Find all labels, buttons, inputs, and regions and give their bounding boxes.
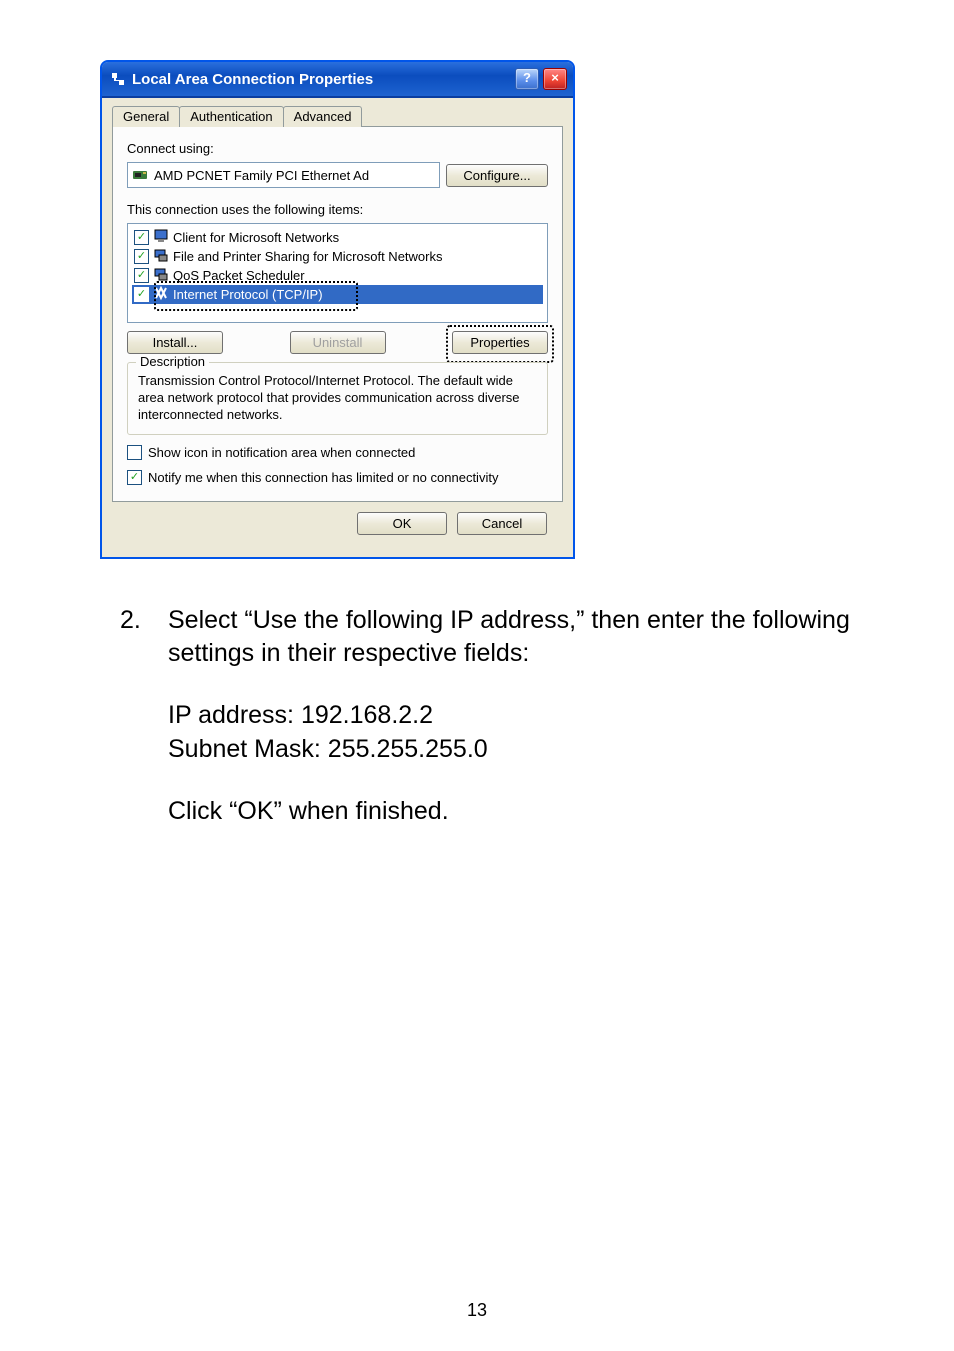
tab-authentication[interactable]: Authentication [179,106,283,127]
properties-button[interactable]: Properties [452,331,548,354]
tab-general[interactable]: General [112,106,180,127]
cancel-button[interactable]: Cancel [457,512,547,535]
adapter-name: AMD PCNET Family PCI Ethernet Ad [154,168,369,183]
protocol-icon [153,285,169,304]
list-item-tcpip[interactable]: Internet Protocol (TCP/IP) [132,285,543,304]
checkbox-icon[interactable] [134,230,149,245]
tab-advanced[interactable]: Advanced [283,106,363,127]
list-item-fps[interactable]: File and Printer Sharing for Microsoft N… [132,247,543,266]
monitor-icon [153,228,169,247]
checkbox-icon[interactable] [127,445,142,460]
items-label: This connection uses the following items… [127,202,548,217]
click-ok-line: Click “OK” when finished. [168,795,874,829]
qos-icon [153,266,169,285]
dialog-title: Local Area Connection Properties [132,71,373,88]
list-item-qos[interactable]: QoS Packet Scheduler [132,266,543,285]
ok-button[interactable]: OK [357,512,447,535]
description-group: Description Transmission Control Protoco… [127,362,548,435]
step-number: 2. [120,604,168,638]
show-icon-row[interactable]: Show icon in notification area when conn… [127,445,548,460]
close-button[interactable]: × [543,68,567,90]
nic-icon [132,167,148,183]
ip-address-line: IP address: 192.168.2.2 [168,699,874,733]
page-number: 13 [0,1300,954,1321]
uninstall-button: Uninstall [290,331,386,354]
help-button[interactable]: ? [515,68,539,90]
description-text: Transmission Control Protocol/Internet P… [138,373,537,424]
configure-button[interactable]: Configure... [446,164,548,187]
checkbox-icon[interactable] [134,268,149,283]
network-icon [110,71,126,87]
connect-using-label: Connect using: [127,141,548,156]
instruction-step-2: 2. Select “Use the following IP address,… [120,604,874,672]
tab-strip: General Authentication Advanced [112,106,563,127]
subnet-mask-line: Subnet Mask: 255.255.255.0 [168,733,874,767]
description-legend: Description [136,354,209,369]
notify-row[interactable]: Notify me when this connection has limit… [127,470,548,485]
properties-dialog: Local Area Connection Properties ? × Gen… [100,60,575,559]
title-bar: Local Area Connection Properties ? × [102,62,573,98]
step-text: Select “Use the following IP address,” t… [168,604,874,672]
checkbox-icon[interactable] [134,287,149,302]
checkbox-icon[interactable] [134,249,149,264]
install-button[interactable]: Install... [127,331,223,354]
ip-settings: IP address: 192.168.2.2 Subnet Mask: 255… [168,699,874,767]
components-list[interactable]: Client for Microsoft Networks File and P… [127,223,548,323]
list-item-client[interactable]: Client for Microsoft Networks [132,228,543,247]
share-icon [153,247,169,266]
checkbox-icon[interactable] [127,470,142,485]
adapter-field: AMD PCNET Family PCI Ethernet Ad [127,162,440,188]
tab-panel: Connect using: AMD PCNET Family PCI Ethe… [112,126,563,502]
